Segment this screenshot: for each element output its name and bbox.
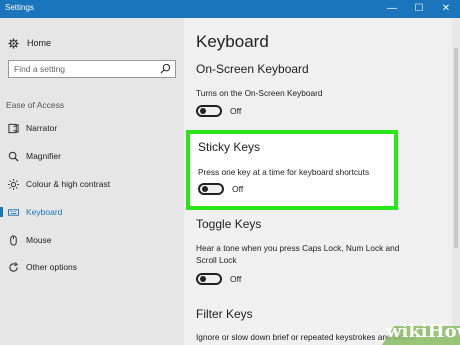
group-label: Ease of Access xyxy=(6,100,65,110)
sidebar-item-other-options[interactable]: Other options xyxy=(0,259,184,275)
minimize-button[interactable]: — xyxy=(378,0,406,18)
search-input[interactable]: Find a setting xyxy=(8,60,176,78)
mouse-icon xyxy=(7,234,19,246)
toggle-keys-desc: Hear a tone when you press Caps Lock, Nu… xyxy=(196,243,400,265)
sidebar-item-label: Other options xyxy=(26,262,78,272)
sidebar-item-label: Keyboard xyxy=(26,207,63,217)
sidebar-item-label: Mouse xyxy=(26,235,52,245)
sidebar-item-colour-contrast[interactable]: Colour & high contrast xyxy=(0,176,184,192)
onscreen-keyboard-title: On-Screen Keyboard xyxy=(196,62,309,76)
filter-keys-title: Filter Keys xyxy=(196,307,253,321)
toggle-keys-toggle[interactable]: Off xyxy=(196,273,241,285)
sidebar: Home Find a setting Ease of Access Narra… xyxy=(0,18,184,345)
sticky-keys-toggle[interactable]: Off xyxy=(198,183,243,195)
toggle-state: Off xyxy=(232,184,244,194)
home-label: Home xyxy=(27,38,52,48)
onscreen-keyboard-desc: Turns on the On-Screen Keyboard xyxy=(196,88,323,98)
sidebar-item-keyboard[interactable]: Keyboard xyxy=(0,204,184,220)
maximize-button[interactable]: ☐ xyxy=(405,0,433,18)
magnifier-icon xyxy=(7,150,19,162)
sidebar-item-narrator[interactable]: Narrator xyxy=(0,120,184,136)
home-link[interactable]: Home xyxy=(8,36,51,50)
keyboard-icon xyxy=(7,206,19,218)
toggle-keys-title: Toggle Keys xyxy=(196,217,262,231)
sidebar-item-label: Magnifier xyxy=(26,151,61,161)
search-icon xyxy=(160,63,171,74)
page-title: Keyboard xyxy=(196,32,269,51)
toggle-switch[interactable] xyxy=(196,105,222,117)
sticky-keys-highlight: Sticky Keys Press one key at a time for … xyxy=(186,130,398,210)
scrollbar-thumb[interactable] xyxy=(454,48,458,248)
toggle-switch[interactable] xyxy=(196,273,222,285)
toggle-state: Off xyxy=(230,106,242,116)
brightness-icon xyxy=(7,178,19,190)
sidebar-item-label: Colour & high contrast xyxy=(26,179,111,189)
sidebar-item-label: Narrator xyxy=(26,123,58,133)
toggle-state: Off xyxy=(230,274,242,284)
sticky-keys-desc: Press one key at a time for keyboard sho… xyxy=(198,167,370,177)
sidebar-item-mouse[interactable]: Mouse xyxy=(0,232,184,248)
window-title: Settings xyxy=(5,3,34,12)
watermark-text: wikiHow xyxy=(386,321,460,342)
gear-icon xyxy=(8,37,19,49)
sticky-keys-title: Sticky Keys xyxy=(198,140,261,154)
close-button[interactable]: ✕ xyxy=(432,0,460,18)
wikihow-watermark: wikiHow xyxy=(342,318,460,345)
refresh-icon xyxy=(7,261,19,273)
onscreen-keyboard-toggle[interactable]: Off xyxy=(196,105,241,117)
narrator-icon xyxy=(7,122,19,134)
title-bar: Settings — ☐ ✕ xyxy=(0,0,460,18)
toggle-switch[interactable] xyxy=(198,183,224,195)
sidebar-item-magnifier[interactable]: Magnifier xyxy=(0,148,184,164)
search-placeholder: Find a setting xyxy=(14,64,66,74)
scrollbar[interactable] xyxy=(452,18,460,345)
